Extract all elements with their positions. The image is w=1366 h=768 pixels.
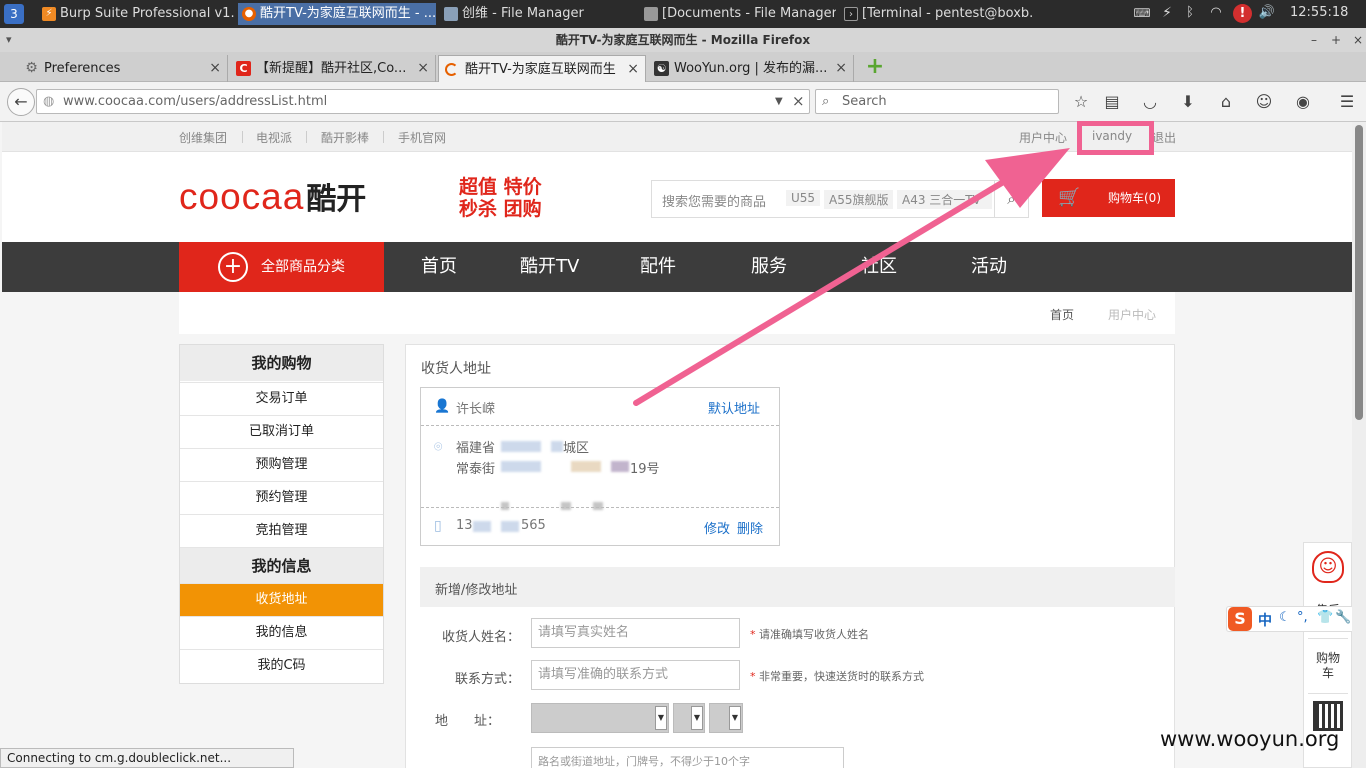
annotation-arrow [633,148,1070,406]
status-bar: Connecting to cm.g.doubleclick.net... [0,748,294,768]
watermark: www.wooyun.org [1160,727,1340,751]
scrollbar-thumb[interactable] [1355,125,1363,420]
